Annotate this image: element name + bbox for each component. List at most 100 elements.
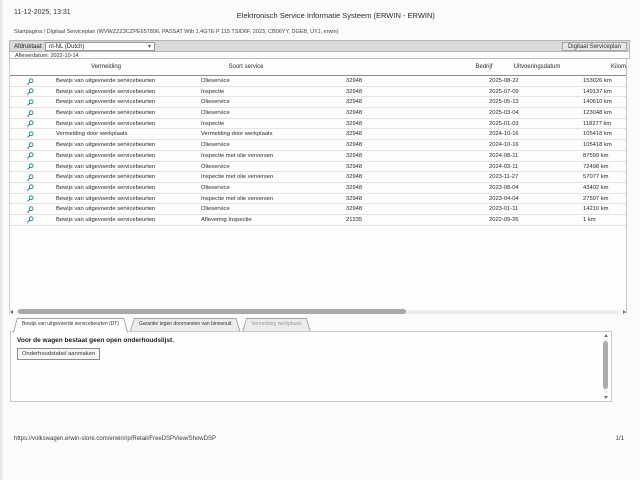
cell-bedrijf: 32948: [346, 97, 362, 108]
cell-kilometerstand: 123048 km: [583, 108, 612, 119]
cell-kilometerstand: 140610 km: [583, 97, 612, 108]
delivery-date: Afleverdatum: 2022-10-14: [15, 53, 79, 59]
tab-bar: Bewijs van uitgevoerde servicebeurten (D…: [13, 318, 311, 331]
cell-bedrijf: 32948: [346, 172, 362, 183]
cell-uitvoeringsdatum: 2023-01-11: [489, 204, 518, 215]
cell-vermelding: Bewijs van uitgevoerde servicebeurten: [56, 97, 155, 108]
tab-bewijs-servicebeurten[interactable]: Bewijs van uitgevoerde servicebeurten (D…: [13, 318, 128, 333]
cell-uitvoeringsdatum: 2023-04-04: [489, 194, 519, 205]
magnifier-icon[interactable]: [27, 184, 34, 191]
cell-soort-service: Inspectie met olie verversen: [201, 194, 273, 205]
maintenance-panel: Voor de wagen bestaat geen open onderhou…: [10, 331, 612, 402]
digitaal-serviceplan-button[interactable]: Digitaal Serviceplan: [562, 42, 627, 51]
cell-vermelding: Bewijs van uitgevoerde servicebeurten: [56, 87, 155, 98]
cell-bedrijf: 32948: [346, 151, 362, 162]
scroll-left-icon[interactable]: [10, 310, 13, 314]
table-row: Bewijs van uitgevoerde servicebeurten In…: [10, 172, 626, 183]
cell-bedrijf: 21235: [346, 215, 362, 226]
magnifier-icon[interactable]: [27, 131, 34, 138]
cell-kilometerstand: 87599 km: [583, 151, 608, 162]
table-row: Bewijs van uitgevoerde servicebeurten In…: [10, 151, 626, 162]
horizontal-scrollbar[interactable]: [9, 308, 627, 315]
magnifier-icon[interactable]: [27, 110, 34, 117]
magnifier-icon[interactable]: [27, 88, 34, 95]
cell-kilometerstand: 105418 km: [583, 140, 612, 151]
cell-kilometerstand: 149137 km: [583, 87, 612, 98]
cell-bedrijf: 32948: [346, 87, 362, 98]
magnifier-icon[interactable]: [27, 174, 34, 181]
vertical-scrollbar[interactable]: [602, 333, 609, 400]
magnifier-icon[interactable]: [27, 206, 34, 213]
tab-garantie-doorroesten[interactable]: Garantie tegen doorroesten van binnenuit: [130, 318, 240, 331]
cell-vermelding: Bewijs van uitgevoerde servicebeurten: [56, 172, 155, 183]
create-maintenance-table-button[interactable]: Onderhoudstabel aanmaken: [17, 348, 100, 360]
print-timestamp: 11-12-2025, 13:31: [14, 9, 71, 16]
magnifier-icon[interactable]: [27, 120, 34, 127]
cell-vermelding: Bewijs van uitgevoerde servicebeurten: [56, 194, 155, 205]
cell-soort-service: Olieservice: [201, 204, 230, 215]
cell-soort-service: Olieservice: [201, 162, 230, 173]
cell-kilometerstand: 14210 km: [583, 204, 608, 215]
cell-uitvoeringsdatum: 2023-08-04: [489, 183, 519, 194]
table-row: Bewijs van uitgevoerde servicebeurten Af…: [10, 215, 626, 226]
cell-soort-service: Olieservice: [201, 97, 230, 108]
column-header-bedrijf: Bedrijf: [475, 64, 492, 70]
cell-bedrijf: 32948: [346, 183, 362, 194]
print-language-select[interactable]: nl-NL (Dutch) ▾: [45, 42, 155, 51]
cell-uitvoeringsdatum: 2024-10-16: [489, 140, 519, 151]
cell-uitvoeringsdatum: 2025-07-09: [489, 87, 519, 98]
magnifier-icon[interactable]: [27, 99, 34, 106]
cell-bedrijf: 32948: [346, 129, 362, 140]
scroll-right-icon[interactable]: [623, 310, 626, 314]
tab-vermelding-werkplaats[interactable]: Vermelding werkplaats: [242, 318, 310, 331]
cell-vermelding: Vermelding door werkplaats: [56, 129, 128, 140]
cell-uitvoeringsdatum: 2024-08-11: [489, 151, 518, 162]
cell-kilometerstand: 153026 km: [583, 76, 612, 87]
scroll-down-icon[interactable]: [604, 396, 608, 399]
magnifier-icon[interactable]: [27, 216, 34, 223]
table-row: Bewijs van uitgevoerde servicebeurten Ol…: [10, 76, 626, 87]
footer-url: https://volkswagen.erwin-store.com/erwin…: [14, 436, 216, 442]
magnifier-icon[interactable]: [27, 163, 34, 170]
cell-kilometerstand: 27507 km: [583, 194, 608, 205]
breadcrumb[interactable]: Startpagina / Digitaal Serviceplan (WVWZ…: [14, 29, 339, 35]
table-row: Bewijs van uitgevoerde servicebeurten Ol…: [10, 162, 626, 173]
cell-vermelding: Bewijs van uitgevoerde servicebeurten: [56, 140, 155, 151]
print-language-value: nl-NL (Dutch): [49, 44, 84, 50]
cell-soort-service: Vermelding door werkplaats: [201, 129, 273, 140]
cell-uitvoeringsdatum: 2022-09-26: [489, 215, 519, 226]
cell-vermelding: Bewijs van uitgevoerde servicebeurten: [56, 108, 155, 119]
service-history-table: Vermelding Soort service Bedrijf Uitvoer…: [9, 59, 627, 314]
table-row: Bewijs van uitgevoerde servicebeurten Ol…: [10, 204, 626, 215]
scroll-up-icon[interactable]: [604, 334, 608, 337]
cell-soort-service: Olieservice: [201, 76, 230, 87]
cell-bedrijf: 32948: [346, 194, 362, 205]
magnifier-icon[interactable]: [27, 195, 34, 202]
table-row: Bewijs van uitgevoerde servicebeurten Ol…: [10, 108, 626, 119]
toolbar: Afdruktaal: nl-NL (Dutch) ▾ Digitaal Ser…: [9, 40, 630, 52]
cell-vermelding: Bewijs van uitgevoerde servicebeurten: [56, 151, 155, 162]
chevron-down-icon: ▾: [148, 44, 151, 50]
cell-vermelding: Bewijs van uitgevoerde servicebeurten: [56, 204, 155, 215]
magnifier-icon[interactable]: [27, 142, 34, 149]
cell-bedrijf: 32948: [346, 119, 362, 130]
cell-vermelding: Bewijs van uitgevoerde servicebeurten: [56, 119, 155, 130]
vertical-scrollbar-thumb[interactable]: [603, 341, 608, 389]
delivery-date-value: 2022-10-14: [50, 53, 78, 59]
cell-bedrijf: 32948: [346, 140, 362, 151]
magnifier-icon[interactable]: [27, 152, 34, 159]
cell-vermelding: Bewijs van uitgevoerde servicebeurten: [56, 183, 155, 194]
footer-page-number: 1/1: [616, 436, 624, 442]
tab-label: Garantie tegen doorroesten van binnenuit: [130, 318, 240, 331]
horizontal-scrollbar-thumb[interactable]: [18, 309, 406, 314]
cell-bedrijf: 32948: [346, 76, 362, 87]
cell-soort-service: Olieservice: [201, 140, 230, 151]
column-header-kilometerstand: Kilometerstand: [611, 64, 627, 70]
table-body: Bewijs van uitgevoerde servicebeurten Ol…: [10, 76, 626, 226]
magnifier-icon[interactable]: [27, 78, 34, 85]
cell-uitvoeringsdatum: 2024-10-16: [489, 129, 519, 140]
table-row: Bewijs van uitgevoerde servicebeurten In…: [10, 119, 626, 130]
cell-bedrijf: 32948: [346, 204, 362, 215]
page-title: Elektronisch Service Informatie Systeem …: [237, 11, 435, 20]
cell-uitvoeringsdatum: 2023-11-27: [489, 172, 518, 183]
